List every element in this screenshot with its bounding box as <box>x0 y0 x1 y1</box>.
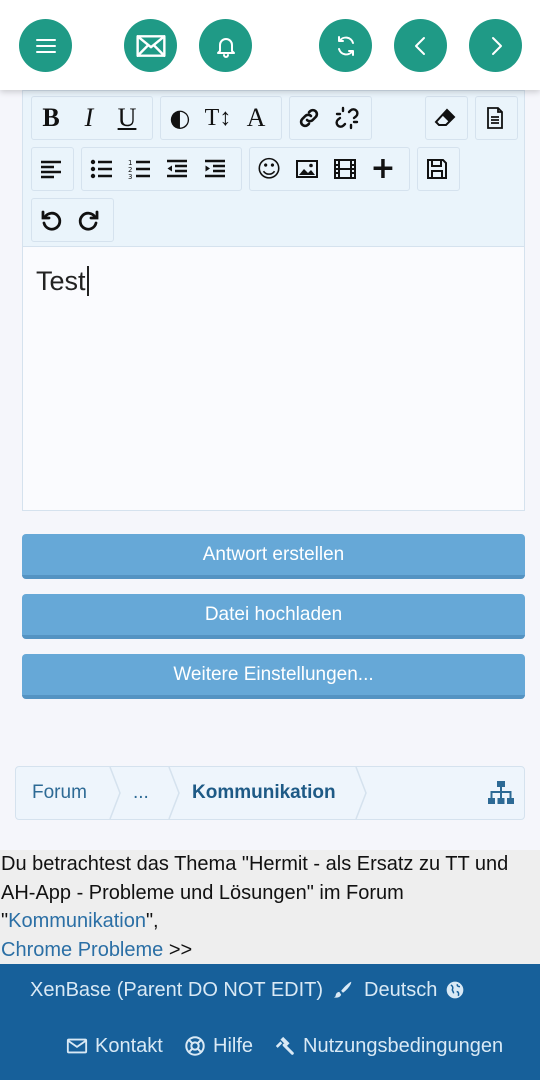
view-source-button[interactable] <box>476 97 514 139</box>
insert-group: ☺ + <box>249 147 410 191</box>
link-icon <box>299 108 319 128</box>
outdent-icon <box>167 159 187 178</box>
text-color-button[interactable]: ◐ <box>161 97 199 139</box>
smilie-button[interactable]: ☺ <box>250 148 288 190</box>
language-chooser-link[interactable]: Deutsch <box>364 978 465 1002</box>
italic-button[interactable]: I <box>70 97 108 139</box>
numbered-list-icon: 123 <box>128 159 150 181</box>
bell-icon <box>216 37 235 58</box>
insert-more-button[interactable]: + <box>364 148 402 190</box>
document-icon <box>487 107 503 129</box>
editor-text: Test <box>36 266 89 297</box>
contact-link[interactable]: Kontakt <box>66 1034 163 1058</box>
remove-format-button[interactable] <box>426 97 464 139</box>
redo-button[interactable] <box>70 199 108 241</box>
help-link[interactable]: Hilfe <box>184 1034 253 1058</box>
eraser-icon <box>434 108 456 126</box>
underline-icon: U <box>117 103 137 132</box>
align-left-icon <box>41 160 61 179</box>
style-chooser-link[interactable]: XenBase (Parent DO NOT EDIT) <box>30 978 354 1002</box>
text-style-group: B I U <box>31 96 153 140</box>
link-group <box>289 96 372 140</box>
align-group <box>31 147 74 191</box>
clear-group <box>425 96 468 140</box>
menu-button[interactable] <box>19 19 72 72</box>
lifebuoy-icon <box>185 1036 205 1056</box>
svg-text:3: 3 <box>128 173 132 181</box>
bold-button[interactable]: B <box>32 97 70 139</box>
terms-link[interactable]: Nutzungsbedingungen <box>274 1034 503 1058</box>
breadcrumb-ellipsis[interactable]: ... <box>133 767 149 819</box>
messages-button[interactable] <box>124 19 177 72</box>
history-group <box>31 198 114 242</box>
gavel-icon <box>275 1036 294 1055</box>
menu-icon <box>35 38 56 53</box>
forward-button[interactable] <box>469 19 522 72</box>
refresh-button[interactable] <box>319 19 372 72</box>
thread-link[interactable]: Chrome Probleme <box>1 939 163 961</box>
bullet-list-button[interactable] <box>82 148 120 190</box>
unlink-icon <box>335 106 359 130</box>
top-navigation-bar <box>0 0 540 90</box>
font-size-icon: T↕ <box>204 105 232 131</box>
indent-icon <box>205 159 225 178</box>
breadcrumb-forum[interactable]: Forum <box>32 767 87 819</box>
redo-icon <box>78 210 99 231</box>
undo-icon <box>41 210 62 231</box>
italic-icon: I <box>84 103 94 132</box>
breadcrumb-current[interactable]: Kommunikation <box>192 767 336 819</box>
plus-icon: + <box>370 151 396 186</box>
upload-file-button[interactable]: Datei hochladen <box>22 594 525 639</box>
alerts-button[interactable] <box>199 19 252 72</box>
breadcrumb-separator <box>168 767 180 819</box>
refresh-icon <box>337 35 354 56</box>
thread-info-text: Du betrachtest das Thema "Hermit - als E… <box>0 850 540 964</box>
paintbrush-icon <box>333 981 352 998</box>
save-draft-button[interactable] <box>418 148 456 190</box>
sitemap-icon[interactable] <box>488 780 514 806</box>
footer: XenBase (Parent DO NOT EDIT) Deutsch Kon… <box>0 964 540 1080</box>
insert-link-button[interactable] <box>290 97 328 139</box>
source-group <box>475 96 518 140</box>
font-family-icon: A <box>246 103 266 132</box>
font-group: ◐ T↕ A <box>160 96 282 140</box>
image-icon <box>296 160 318 178</box>
reply-button[interactable]: Antwort erstellen <box>22 534 525 579</box>
globe-icon <box>447 981 464 999</box>
draft-group <box>417 147 460 191</box>
remove-link-button[interactable] <box>328 97 366 139</box>
align-left-button[interactable] <box>32 148 70 190</box>
forum-link[interactable]: Kommunikation <box>8 910 146 932</box>
chevron-left-icon <box>414 36 425 55</box>
smiley-icon: ☺ <box>256 155 282 183</box>
font-size-button[interactable]: T↕ <box>199 97 237 139</box>
insert-media-button[interactable] <box>326 148 364 190</box>
bold-icon: B <box>42 103 60 132</box>
chevron-right-icon <box>491 36 502 55</box>
film-icon <box>334 159 356 179</box>
breadcrumb: Forum ... Kommunikation <box>15 766 525 820</box>
editor-toolbar: B I U ◐ T↕ A 1 2 3 ☺ + <box>23 91 524 247</box>
numbered-list-button[interactable]: 123 <box>120 148 158 190</box>
underline-button[interactable]: U <box>108 97 146 139</box>
save-icon <box>427 159 447 179</box>
breadcrumb-separator <box>109 767 121 819</box>
back-button[interactable] <box>394 19 447 72</box>
list-group: 123 <box>81 147 242 191</box>
indent-button[interactable] <box>196 148 234 190</box>
outdent-button[interactable] <box>158 148 196 190</box>
text-caret <box>86 266 89 296</box>
rich-text-editor: B I U ◐ T↕ A 1 2 3 ☺ + Test <box>22 90 525 511</box>
breadcrumb-separator <box>355 767 367 819</box>
editor-content-area[interactable]: Test <box>23 248 524 510</box>
envelope-icon <box>66 1038 88 1054</box>
envelope-icon <box>135 34 166 57</box>
insert-image-button[interactable] <box>288 148 326 190</box>
more-options-button[interactable]: Weitere Einstellungen... <box>22 654 525 699</box>
font-family-button[interactable]: A <box>237 97 275 139</box>
contrast-icon: ◐ <box>169 104 191 132</box>
undo-button[interactable] <box>32 199 70 241</box>
bullet-list-icon <box>90 159 112 179</box>
